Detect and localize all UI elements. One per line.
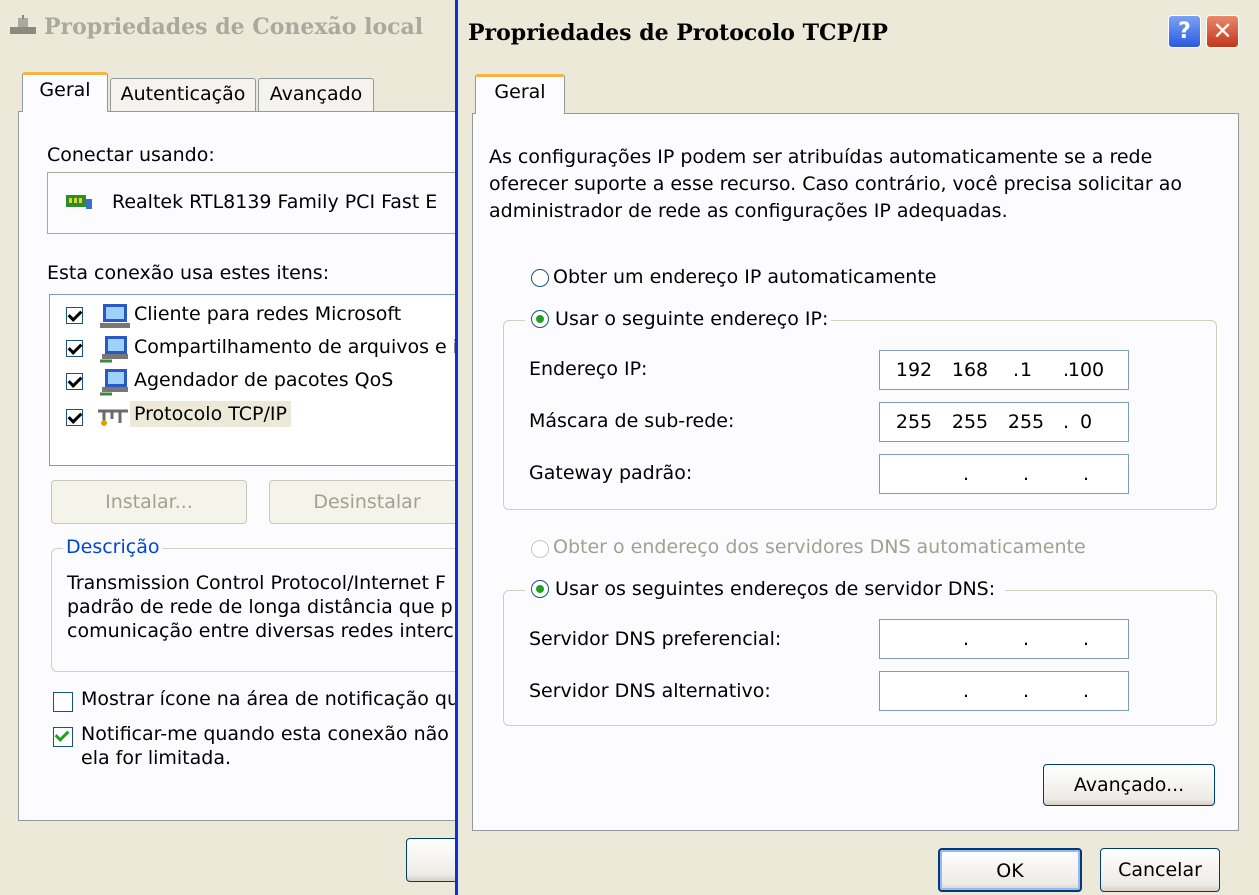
tcpip-properties-dialog: Propriedades de Protocolo TCP/IP ? ✕ Ger… xyxy=(455,0,1259,895)
manual-dns-label[interactable]: Usar os seguintes endereços de servidor … xyxy=(555,578,995,600)
item-checkbox[interactable] xyxy=(66,409,83,426)
back-tab-panel: Conectar usando: Realtek RTL8139 Family … xyxy=(18,111,511,821)
uninstall-button[interactable]: Desinstalar xyxy=(269,480,465,524)
manual-ip-legend: Usar o seguinte endereço IP: xyxy=(525,308,832,330)
item-checkbox[interactable] xyxy=(66,340,83,357)
tab-geral[interactable]: Geral xyxy=(475,74,565,114)
manual-ip-label[interactable]: Usar o seguinte endereço IP: xyxy=(555,308,828,330)
adapter-name: Realtek RTL8139 Family PCI Fast E xyxy=(112,191,438,213)
manual-ip-radio[interactable] xyxy=(531,310,549,328)
intro-text-line: oferecer suporte a esse recurso. Caso co… xyxy=(489,173,1183,195)
connect-using-label: Conectar usando: xyxy=(47,144,215,166)
gateway-label: Gateway padrão: xyxy=(529,462,693,484)
ip-address-label: Endereço IP: xyxy=(529,358,648,380)
auto-ip-label[interactable]: Obter um endereço IP automaticamente xyxy=(553,266,936,288)
cancel-button[interactable]: Cancelar xyxy=(1100,848,1220,892)
protocol-icon xyxy=(98,409,128,426)
network-client-icon xyxy=(100,304,130,328)
network-adapter-icon xyxy=(66,195,92,209)
show-icon-checkbox[interactable] xyxy=(53,692,73,712)
subnet-mask-input[interactable]: 255. 255. 255. 0 xyxy=(879,402,1129,442)
help-icon: ? xyxy=(1178,19,1191,44)
list-item-label[interactable]: Compartilhamento de arquivos e ir xyxy=(134,336,466,358)
items-label: Esta conexão usa estes itens: xyxy=(47,262,330,284)
tab-avancado[interactable]: Avançado xyxy=(258,78,374,112)
manual-dns-legend: Usar os seguintes endereços de servidor … xyxy=(525,578,1006,600)
item-checkbox[interactable] xyxy=(66,373,83,390)
install-button[interactable]: Instalar... xyxy=(51,480,247,524)
intro-text-line: As configurações IP podem ser atribuídas… xyxy=(489,146,1153,168)
description-line: Transmission Control Protocol/Internet F xyxy=(67,572,446,594)
show-icon-label[interactable]: Mostrar ícone na área de notificação qu xyxy=(81,688,459,710)
tab-autenticacao[interactable]: Autenticação xyxy=(110,78,256,112)
notify-label-continued: ela for limitada. xyxy=(81,747,231,769)
auto-dns-radio[interactable] xyxy=(531,540,549,558)
description-legend: Descrição xyxy=(63,536,163,558)
close-icon: ✕ xyxy=(1212,17,1233,45)
dialog-title: Propriedades de Protocolo TCP/IP xyxy=(468,20,888,46)
intro-text-line: administrador de rede as configurações I… xyxy=(489,200,1008,222)
components-list[interactable]: Cliente para redes Microsoft Compartilha… xyxy=(49,294,499,466)
alternate-dns-label: Servidor DNS alternativo: xyxy=(529,680,771,702)
description-line: comunicação entre diversas redes interc xyxy=(67,620,454,642)
help-button[interactable]: ? xyxy=(1168,15,1201,48)
network-connection-icon xyxy=(10,15,36,34)
file-sharing-icon xyxy=(100,336,128,363)
preferred-dns-label: Servidor DNS preferencial: xyxy=(529,628,782,650)
qos-scheduler-icon xyxy=(100,369,128,396)
notify-label[interactable]: Notificar-me quando esta conexão não xyxy=(81,723,449,745)
adapter-field: Realtek RTL8139 Family PCI Fast E xyxy=(47,172,497,234)
list-item-label[interactable]: Cliente para redes Microsoft xyxy=(134,303,401,325)
list-item-label[interactable]: Agendador de pacotes QoS xyxy=(134,369,393,391)
back-dialog-title: Propriedades de Conexão local xyxy=(8,14,423,40)
tab-geral[interactable]: Geral xyxy=(22,72,108,112)
alternate-dns-input[interactable]: ... xyxy=(879,671,1129,711)
list-item-label-selected[interactable]: Protocolo TCP/IP xyxy=(130,401,291,427)
notify-checkbox[interactable] xyxy=(53,727,73,747)
ok-button[interactable]: OK xyxy=(938,848,1082,892)
tab-panel: As configurações IP podem ser atribuídas… xyxy=(472,113,1239,831)
advanced-button[interactable]: Avançado... xyxy=(1043,764,1215,806)
auto-dns-label[interactable]: Obter o endereço dos servidores DNS auto… xyxy=(553,536,1086,558)
auto-ip-radio[interactable] xyxy=(531,269,549,287)
item-checkbox[interactable] xyxy=(66,307,83,324)
close-button[interactable]: ✕ xyxy=(1206,15,1239,48)
gateway-input[interactable]: ... xyxy=(879,454,1129,494)
preferred-dns-input[interactable]: ... xyxy=(879,619,1129,659)
ip-address-input[interactable]: 192. 168. 1. 100 xyxy=(879,350,1129,390)
local-connection-properties-dialog: Propriedades de Conexão local Geral Aute… xyxy=(0,0,511,895)
subnet-mask-label: Máscara de sub-rede: xyxy=(529,410,735,432)
manual-dns-radio[interactable] xyxy=(531,580,549,598)
description-line: padrão de rede de longa distância que p xyxy=(67,596,453,618)
